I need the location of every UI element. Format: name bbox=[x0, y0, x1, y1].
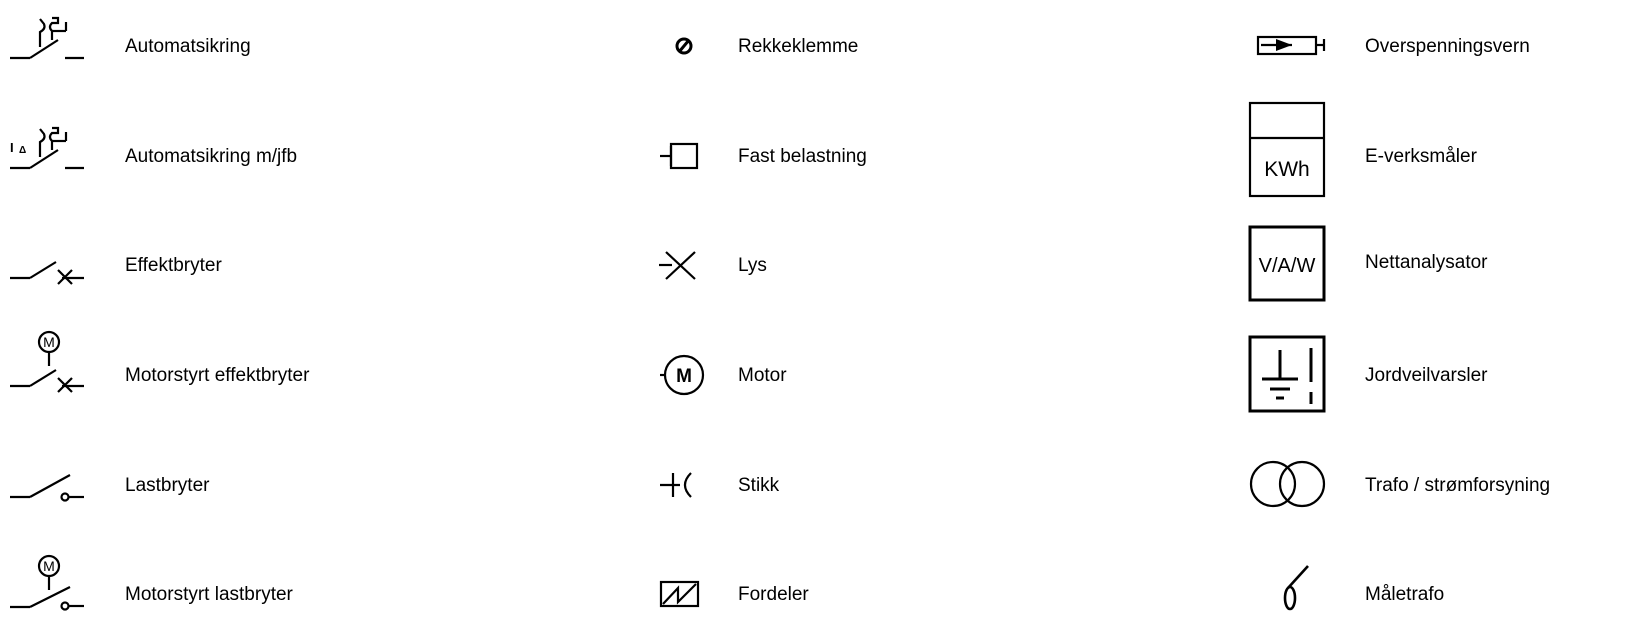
legend-item-jordveilvarsler: Jordveilvarsler bbox=[1240, 335, 1627, 413]
load-switch-icon bbox=[10, 474, 84, 502]
legend-item-fast-belastning: Fast belastning bbox=[640, 137, 1040, 177]
energy-meter-icon: KWh bbox=[1248, 101, 1326, 198]
measuring-transformer-icon bbox=[1283, 565, 1309, 611]
legend-label: Overspenningsvern bbox=[1365, 36, 1530, 57]
automatic-fuse-icon bbox=[10, 16, 84, 60]
legend-label: Automatsikring m/jfb bbox=[125, 146, 298, 167]
circuit-breaker-icon bbox=[10, 261, 84, 285]
legend-item-motor: M Motor bbox=[640, 354, 1040, 396]
motor-mark: M bbox=[43, 558, 55, 574]
legend-label: Lastbryter bbox=[125, 475, 210, 496]
rcd-mark: I bbox=[10, 140, 14, 155]
light-icon bbox=[659, 251, 696, 280]
motor-icon: M bbox=[660, 354, 705, 396]
motorized-load-switch-icon: M bbox=[10, 554, 84, 611]
legend-label: Fast belastning bbox=[738, 146, 867, 167]
legend-item-lastbryter: Lastbryter bbox=[0, 466, 400, 506]
legend-label: Jordveilvarsler bbox=[1365, 365, 1488, 386]
motor-mark: M bbox=[43, 334, 55, 350]
motor-mark: M bbox=[676, 366, 692, 387]
network-analyzer-icon: V/A/W bbox=[1248, 225, 1326, 302]
legend-item-automatsikring: Automatsikring bbox=[0, 16, 400, 67]
motorized-circuit-breaker-icon: M bbox=[10, 330, 84, 393]
transformer-icon bbox=[1249, 460, 1326, 508]
legend-item-maletrafo: Måletrafo bbox=[1240, 565, 1627, 615]
surge-protector-icon bbox=[1256, 35, 1326, 56]
legend-label: Stikk bbox=[738, 475, 780, 496]
legend-label: Motorstyrt effektbryter bbox=[125, 365, 310, 386]
legend-label: Nettanalysator bbox=[1365, 252, 1488, 273]
legend-label: Rekkeklemme bbox=[738, 36, 859, 57]
socket-icon bbox=[660, 472, 692, 498]
legend-label: Motorstyrt lastbryter bbox=[125, 584, 293, 605]
distributor-icon bbox=[659, 580, 700, 608]
rcd-sub: Δ bbox=[19, 145, 26, 156]
legend-label: Automatsikring bbox=[125, 36, 251, 57]
legend-item-motorstyrt-effektbryter: M Motorstyrt effektbryter bbox=[0, 330, 400, 396]
legend-label: Motor bbox=[738, 365, 787, 386]
legend-item-fordeler: Fordeler bbox=[640, 575, 1040, 615]
legend-item-trafo: Trafo / strømforsyning bbox=[1240, 460, 1627, 508]
legend-item-rekkeklemme: Rekkeklemme bbox=[640, 27, 1040, 67]
legend-item-effektbryter: Effektbryter bbox=[0, 246, 400, 286]
legend-label: Trafo / strømforsyning bbox=[1365, 475, 1551, 496]
legend-label: Måletrafo bbox=[1365, 584, 1445, 605]
legend-item-automatsikring-jfb: I Δ Automatsikring m/jfb bbox=[0, 126, 400, 177]
meter-unit: KWh bbox=[1264, 158, 1310, 181]
legend-item-overspenningsvern: Overspenningsvern bbox=[1240, 27, 1627, 67]
earth-fault-indicator-icon bbox=[1248, 335, 1326, 413]
automatic-fuse-rcd-icon: I Δ bbox=[10, 126, 84, 170]
legend-item-nettanalysator: V/A/W Nettanalysator bbox=[1240, 225, 1627, 302]
analyzer-text: V/A/W bbox=[1259, 255, 1316, 277]
legend-item-e-verksmaler: KWh E-verksmåler bbox=[1240, 101, 1627, 198]
fixed-load-icon bbox=[660, 142, 699, 170]
legend-label: E-verksmåler bbox=[1365, 146, 1477, 167]
terminal-block-icon bbox=[675, 37, 693, 55]
legend-label: Effektbryter bbox=[125, 255, 222, 276]
legend-item-stikk: Stikk bbox=[640, 466, 1040, 506]
legend-label: Lys bbox=[738, 255, 767, 276]
legend-item-lys: Lys bbox=[640, 246, 1040, 286]
legend-item-motorstyrt-lastbryter: M Motorstyrt lastbryter bbox=[0, 554, 400, 615]
legend-label: Fordeler bbox=[738, 584, 809, 605]
